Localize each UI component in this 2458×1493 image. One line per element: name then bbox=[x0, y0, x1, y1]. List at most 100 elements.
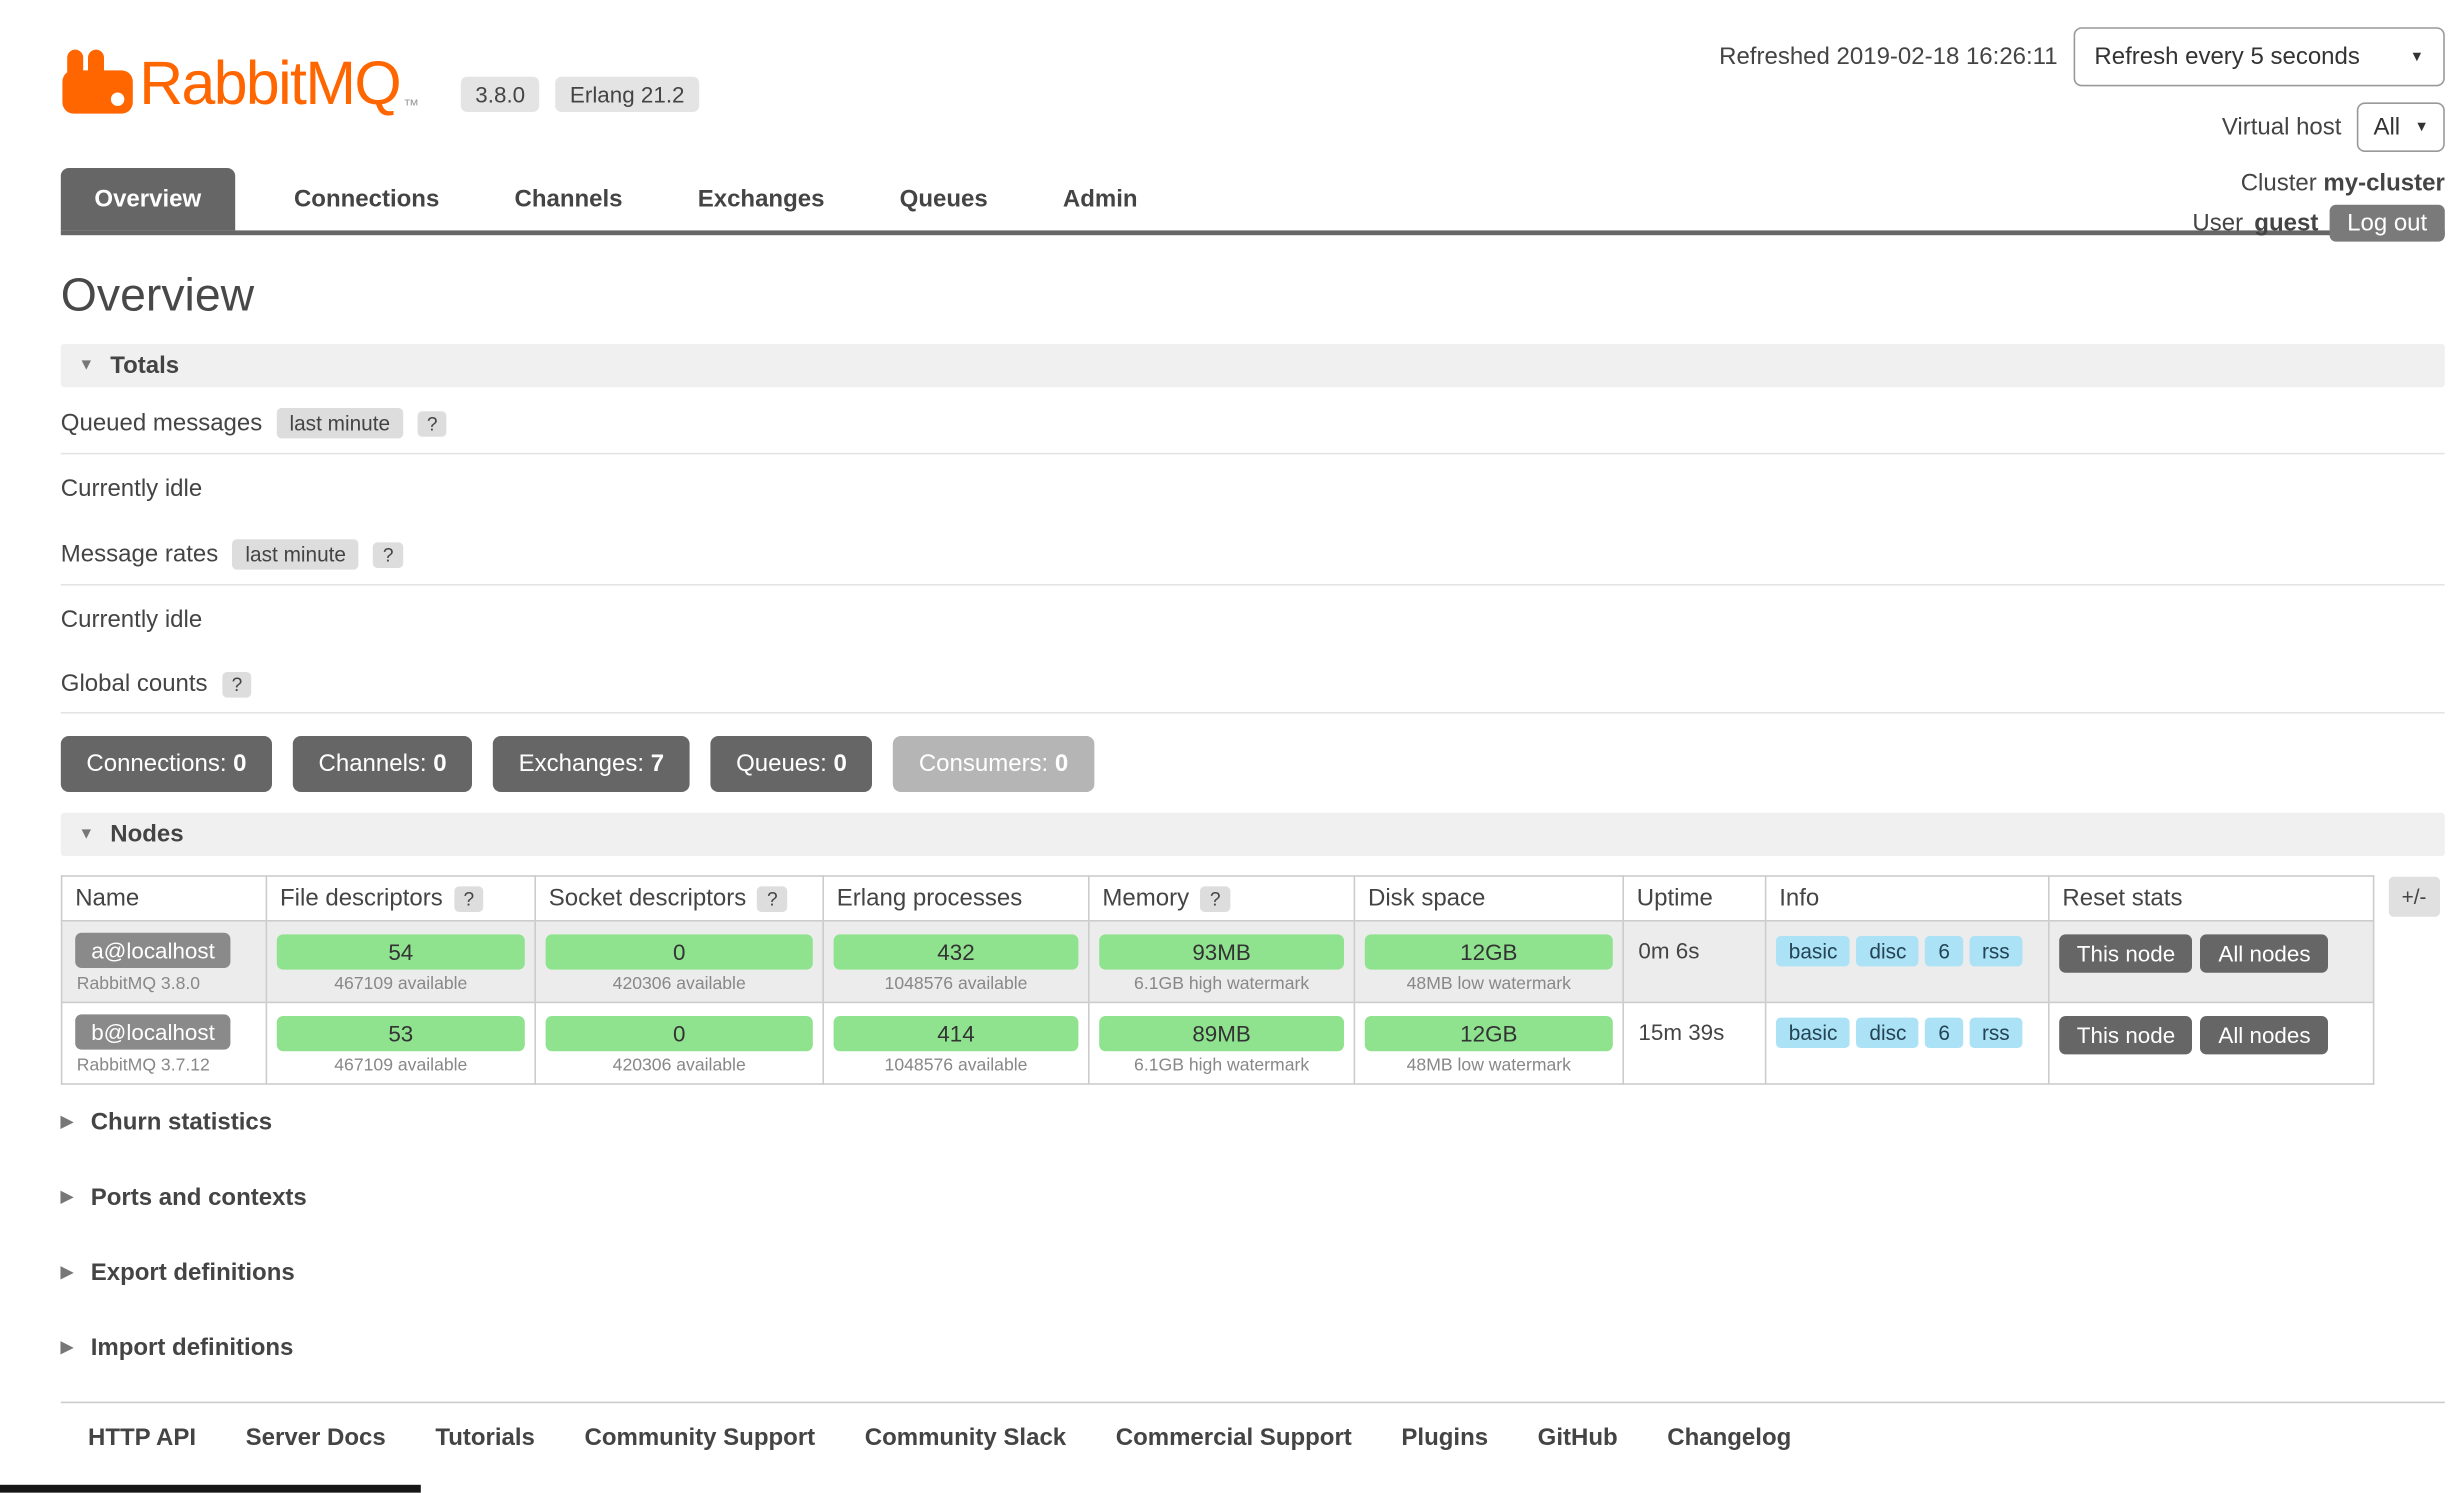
socket-descriptors-bar: 0 bbox=[546, 934, 813, 969]
footer-link-tutorials[interactable]: Tutorials bbox=[435, 1424, 535, 1451]
node-name-badge[interactable]: a@localhost bbox=[75, 933, 231, 968]
top-right-controls: Refreshed 2019-02-18 16:26:11 Refresh ev… bbox=[1719, 27, 2445, 152]
nodes-table-area: Name File descriptors? Socket descriptor… bbox=[61, 875, 2445, 1085]
global-counts-heading: Global counts ? bbox=[61, 650, 2445, 714]
cluster-name: my-cluster bbox=[2323, 170, 2444, 197]
footer-link-server-docs[interactable]: Server Docs bbox=[246, 1424, 386, 1451]
info-badge-rss: rss bbox=[1969, 1018, 2022, 1048]
disk-space-watermark: 48MB low watermark bbox=[1365, 974, 1613, 993]
help-icon[interactable]: ? bbox=[1200, 886, 1230, 912]
nodes-table: Name File descriptors? Socket descriptor… bbox=[61, 875, 2375, 1085]
tab-admin[interactable]: Admin bbox=[1047, 168, 1154, 230]
help-icon[interactable]: ? bbox=[222, 671, 252, 697]
col-info: Info bbox=[1766, 876, 2049, 921]
consumers-count-value: 0 bbox=[1055, 750, 1068, 777]
queues-count-button[interactable]: Queues: 0 bbox=[710, 736, 872, 792]
chevron-down-icon: ▼ bbox=[2410, 50, 2424, 64]
col-erlang-processes-label: Erlang processes bbox=[837, 885, 1022, 912]
help-icon[interactable]: ? bbox=[373, 542, 403, 568]
message-rates-label: Message rates bbox=[61, 541, 218, 568]
info-badge-disc: disc bbox=[1857, 1018, 1920, 1048]
help-icon[interactable]: ? bbox=[417, 410, 447, 436]
footer-link-github[interactable]: GitHub bbox=[1538, 1424, 1618, 1451]
reset-this-node-button[interactable]: This node bbox=[2059, 1016, 2193, 1054]
churn-statistics-section-header[interactable]: ▶ Churn statistics bbox=[61, 1085, 2445, 1160]
disk-space-cell: 12GB 48MB low watermark bbox=[1354, 1002, 1623, 1084]
tab-overview[interactable]: Overview bbox=[61, 168, 235, 230]
connections-count-button[interactable]: Connections: 0 bbox=[61, 736, 272, 792]
rabbitmq-rabbit-icon bbox=[61, 46, 135, 120]
footer-link-commercial-support[interactable]: Commercial Support bbox=[1116, 1424, 1352, 1451]
reset-stats-cell: This nodeAll nodes bbox=[2049, 1002, 2374, 1084]
footer-link-http-api[interactable]: HTTP API bbox=[88, 1424, 196, 1451]
node-row: b@localhost RabbitMQ 3.7.12 53 467109 av… bbox=[62, 1002, 2374, 1084]
cluster-user-info: Cluster my-cluster User guest Log out bbox=[2192, 170, 2444, 242]
tab-queues[interactable]: Queues bbox=[884, 168, 1004, 230]
memory-bar: 89MB bbox=[1099, 1016, 1344, 1051]
reset-this-node-button[interactable]: This node bbox=[2059, 934, 2193, 972]
global-counts-label: Global counts bbox=[61, 670, 208, 697]
node-version: RabbitMQ 3.8.0 bbox=[77, 974, 256, 993]
col-erlang-processes: Erlang processes bbox=[823, 876, 1089, 921]
info-badge-count: 6 bbox=[1926, 936, 1963, 966]
col-uptime-label: Uptime bbox=[1637, 885, 1713, 912]
help-icon[interactable]: ? bbox=[454, 886, 484, 912]
node-name-badge[interactable]: b@localhost bbox=[75, 1014, 231, 1049]
footer-link-community-support[interactable]: Community Support bbox=[585, 1424, 816, 1451]
export-definitions-section-header[interactable]: ▶ Export definitions bbox=[61, 1235, 2445, 1310]
tab-connections[interactable]: Connections bbox=[278, 168, 455, 230]
totals-section-header[interactable]: ▼ Totals bbox=[61, 344, 2445, 387]
user-name: guest bbox=[2254, 210, 2318, 237]
totals-content: Queued messages last minute ? Currently … bbox=[61, 387, 2445, 713]
erlang-processes-cell: 432 1048576 available bbox=[823, 921, 1089, 1003]
top-bar: RabbitMQ ™ 3.8.0 Erlang 21.2 Refreshed 2… bbox=[0, 0, 2458, 152]
tab-channels[interactable]: Channels bbox=[499, 168, 639, 230]
tab-exchanges[interactable]: Exchanges bbox=[682, 168, 841, 230]
footer-link-community-slack[interactable]: Community Slack bbox=[865, 1424, 1066, 1451]
message-rates-mode-badge[interactable]: last minute bbox=[233, 539, 359, 569]
consumers-count-label: Consumers: bbox=[919, 750, 1048, 777]
main-nav: Overview Connections Channels Exchanges … bbox=[61, 168, 2445, 235]
disk-space-bar: 12GB bbox=[1365, 1016, 1613, 1051]
rabbitmq-version-badge: 3.8.0 bbox=[461, 77, 540, 112]
exchanges-count-label: Exchanges: bbox=[519, 750, 644, 777]
queued-messages-mode-badge[interactable]: last minute bbox=[277, 408, 403, 438]
reset-all-nodes-button[interactable]: All nodes bbox=[2201, 1016, 2328, 1054]
refresh-row: Refreshed 2019-02-18 16:26:11 Refresh ev… bbox=[1719, 27, 2445, 86]
nodes-header-row: Name File descriptors? Socket descriptor… bbox=[62, 876, 2374, 921]
info-cell: basicdisc6rss bbox=[1766, 921, 2049, 1003]
col-file-descriptors-label: File descriptors bbox=[280, 885, 443, 912]
file-descriptors-bar: 54 bbox=[277, 934, 525, 969]
refresh-interval-select[interactable]: Refresh every 5 seconds ▼ bbox=[2074, 27, 2445, 86]
import-definitions-section-header[interactable]: ▶ Import definitions bbox=[61, 1310, 2445, 1385]
reset-all-nodes-button[interactable]: All nodes bbox=[2201, 934, 2328, 972]
footer-link-plugins[interactable]: Plugins bbox=[1401, 1424, 1488, 1451]
col-disk-space-label: Disk space bbox=[1368, 885, 1485, 912]
erlang-processes-available: 1048576 available bbox=[834, 974, 1079, 993]
memory-watermark: 6.1GB high watermark bbox=[1099, 974, 1344, 993]
virtual-host-value: All bbox=[2373, 114, 2400, 141]
socket-descriptors-cell: 0 420306 available bbox=[535, 1002, 823, 1084]
help-icon[interactable]: ? bbox=[757, 886, 787, 912]
virtual-host-label: Virtual host bbox=[2222, 114, 2342, 141]
erlang-version-badge: Erlang 21.2 bbox=[556, 77, 699, 112]
footer-link-changelog[interactable]: Changelog bbox=[1667, 1424, 1791, 1451]
uptime-value: 0m 6s bbox=[1638, 938, 1699, 964]
import-definitions-label: Import definitions bbox=[91, 1334, 294, 1361]
consumers-count-button[interactable]: Consumers: 0 bbox=[893, 736, 1094, 792]
ports-and-contexts-section-header[interactable]: ▶ Ports and contexts bbox=[61, 1160, 2445, 1235]
column-toggle-button[interactable]: +/- bbox=[2389, 877, 2439, 917]
nodes-section-header[interactable]: ▼ Nodes bbox=[61, 813, 2445, 856]
channels-count-button[interactable]: Channels: 0 bbox=[293, 736, 472, 792]
col-name: Name bbox=[62, 876, 267, 921]
page-title: Overview bbox=[61, 270, 2445, 323]
uptime-cell: 0m 6s bbox=[1623, 921, 1765, 1003]
file-descriptors-available: 467109 available bbox=[277, 1056, 525, 1075]
logout-button[interactable]: Log out bbox=[2330, 205, 2445, 242]
erlang-processes-bar: 432 bbox=[834, 934, 1079, 969]
col-uptime: Uptime bbox=[1623, 876, 1765, 921]
virtual-host-select[interactable]: All ▼ bbox=[2357, 102, 2444, 152]
exchanges-count-button[interactable]: Exchanges: 7 bbox=[493, 736, 690, 792]
refreshed-timestamp: Refreshed 2019-02-18 16:26:11 bbox=[1719, 43, 2057, 70]
info-badge-disc: disc bbox=[1857, 936, 1920, 966]
